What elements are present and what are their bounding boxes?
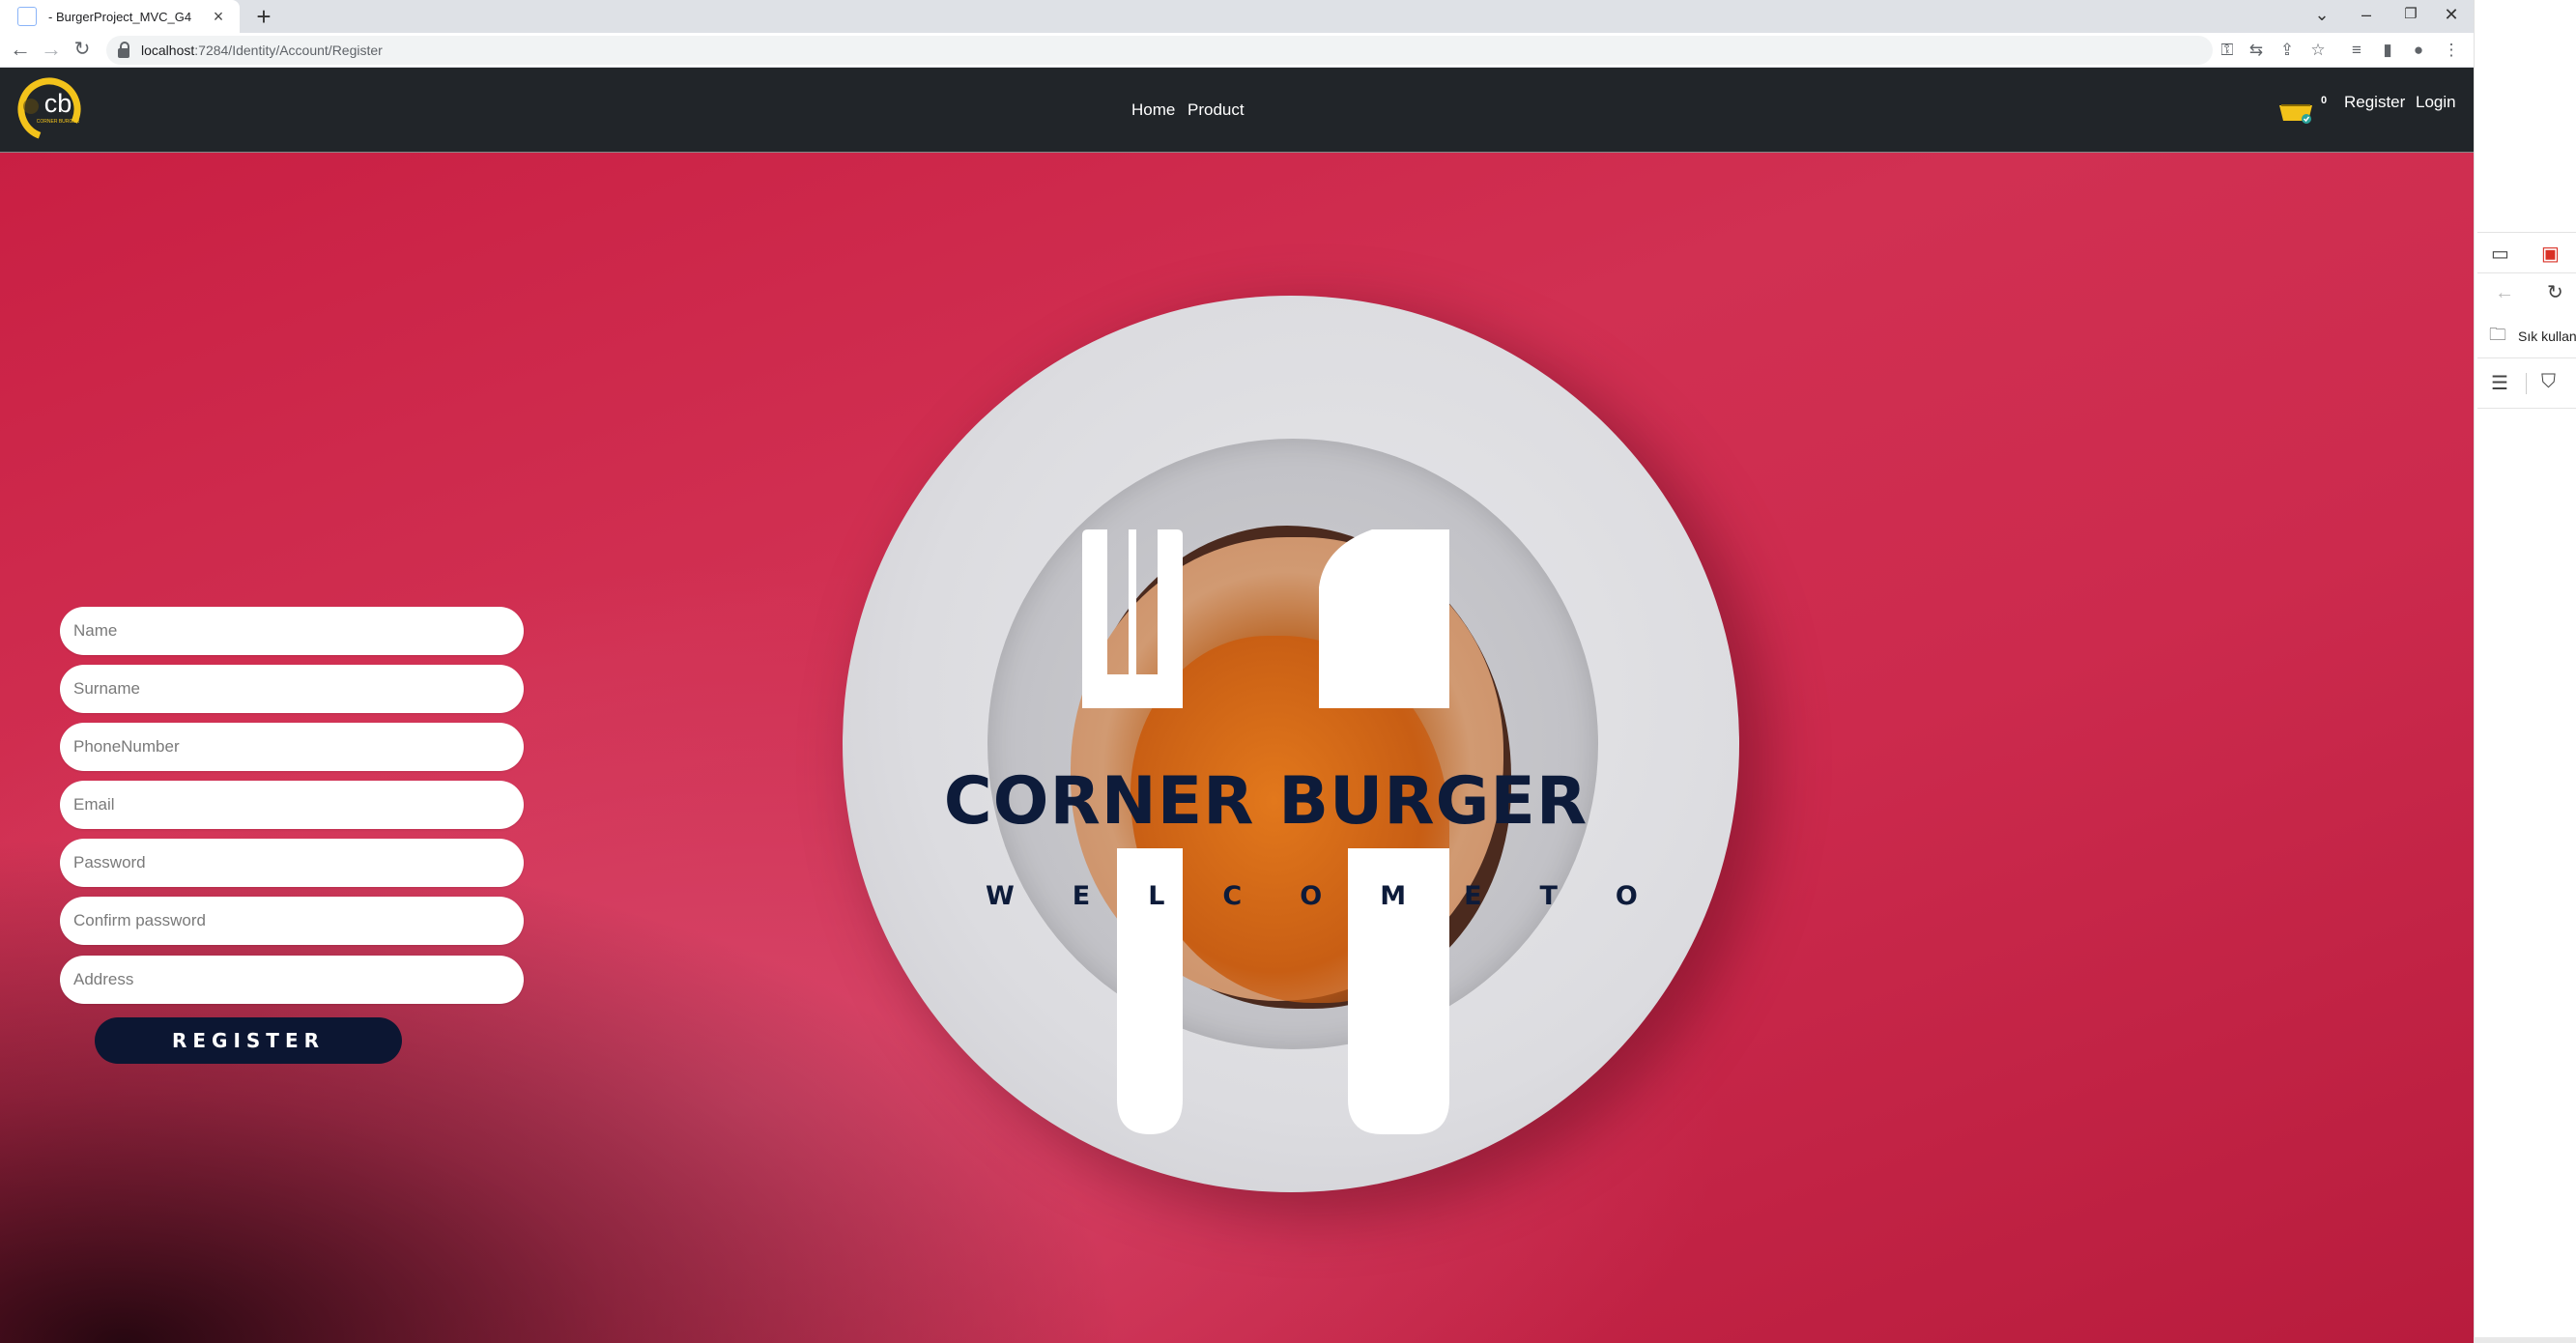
email-field[interactable] [60, 781, 524, 829]
menu-kebab-icon[interactable]: ⋮ [2439, 38, 2464, 63]
profile-avatar-icon[interactable]: ● [2406, 38, 2431, 63]
svg-text:CORNER BURGER: CORNER BURGER [37, 119, 80, 125]
side-panel-divider [2477, 357, 2576, 358]
cart-count-badge: 0 [2321, 95, 2328, 106]
list-icon[interactable]: ☰ [2491, 371, 2508, 395]
lock-icon [118, 41, 129, 58]
phone-number-field[interactable] [60, 723, 524, 771]
reading-list-icon[interactable]: ≡ [2344, 38, 2369, 63]
browser-window: - BurgerProject_MVC_G4 × + ⌄ – ❐ ✕ ← → ↻… [0, 0, 2576, 1343]
forward-button[interactable]: → [37, 35, 66, 64]
translate-icon[interactable]: ⇆ [2244, 38, 2269, 63]
toolbar-divider [2526, 373, 2527, 394]
site-navbar: cb CORNER BURGER Home Product 0 Register… [0, 68, 2474, 153]
panel-layout-icon[interactable]: ▭ [2491, 242, 2509, 266]
login-link[interactable]: Login [2416, 93, 2456, 112]
share-icon[interactable]: ⇪ [2275, 38, 2300, 63]
register-button[interactable]: REGISTER [95, 1017, 402, 1064]
restore-button[interactable]: ❐ [2389, 0, 2433, 29]
address-field[interactable] [60, 956, 524, 1004]
page-icon [17, 7, 37, 26]
register-link[interactable]: Register [2344, 93, 2405, 112]
close-window-button[interactable]: ✕ [2429, 0, 2474, 29]
favorites-label[interactable]: Sık kullan [2518, 329, 2576, 344]
pdf-icon[interactable]: ▣ [2541, 242, 2560, 266]
side-panel-icon[interactable]: ▮ [2375, 38, 2400, 63]
shopping-cart-icon[interactable] [2278, 102, 2313, 124]
brand-title: CORNER BURGER [943, 763, 1589, 840]
tab-title: - BurgerProject_MVC_G4 [48, 9, 192, 24]
folder-icon[interactable]: 🗀 [2489, 323, 2506, 352]
browser-tab[interactable]: - BurgerProject_MVC_G4 × [0, 0, 240, 33]
refresh-icon[interactable]: ↻ [2547, 280, 2563, 304]
side-panel-divider [2477, 408, 2576, 409]
site-logo[interactable]: cb CORNER BURGER [17, 77, 81, 141]
side-panel-divider [2477, 232, 2576, 233]
reload-button[interactable]: ↻ [68, 35, 97, 64]
surname-field[interactable] [60, 665, 524, 713]
name-field[interactable] [60, 607, 524, 655]
url-text: localhost:7284/Identity/Account/Register [141, 43, 383, 58]
side-panel-divider [2477, 272, 2576, 273]
key-icon[interactable]: ⚿ [2215, 38, 2240, 63]
back-button[interactable]: ← [6, 35, 35, 64]
back-arrow-icon[interactable]: ← [2495, 282, 2514, 304]
basket-icon[interactable]: ⛉ [2541, 371, 2556, 393]
nav-home-link[interactable]: Home [1131, 100, 1175, 120]
toolbar: ← → ↻ localhost:7284/Identity/Account/Re… [0, 33, 2474, 68]
close-tab-icon[interactable]: × [207, 7, 230, 27]
minimize-button[interactable]: – [2344, 0, 2389, 29]
browser-side-panel [2474, 0, 2576, 1343]
confirm-password-field[interactable] [60, 897, 524, 945]
brand-subtitle: WELCOMETO [986, 881, 1696, 911]
tab-strip: - BurgerProject_MVC_G4 × + ⌄ – ❐ ✕ [0, 0, 2474, 33]
password-field[interactable] [60, 839, 524, 887]
nav-product-link[interactable]: Product [1188, 100, 1245, 120]
svg-text:cb: cb [44, 89, 72, 118]
address-bar[interactable]: localhost:7284/Identity/Account/Register [106, 36, 2213, 65]
tab-search-icon[interactable]: ⌄ [2300, 0, 2344, 29]
side-panel-scrollbar[interactable] [2474, 1337, 2576, 1343]
new-tab-button[interactable]: + [249, 2, 278, 31]
bookmark-star-icon[interactable]: ☆ [2305, 38, 2331, 63]
